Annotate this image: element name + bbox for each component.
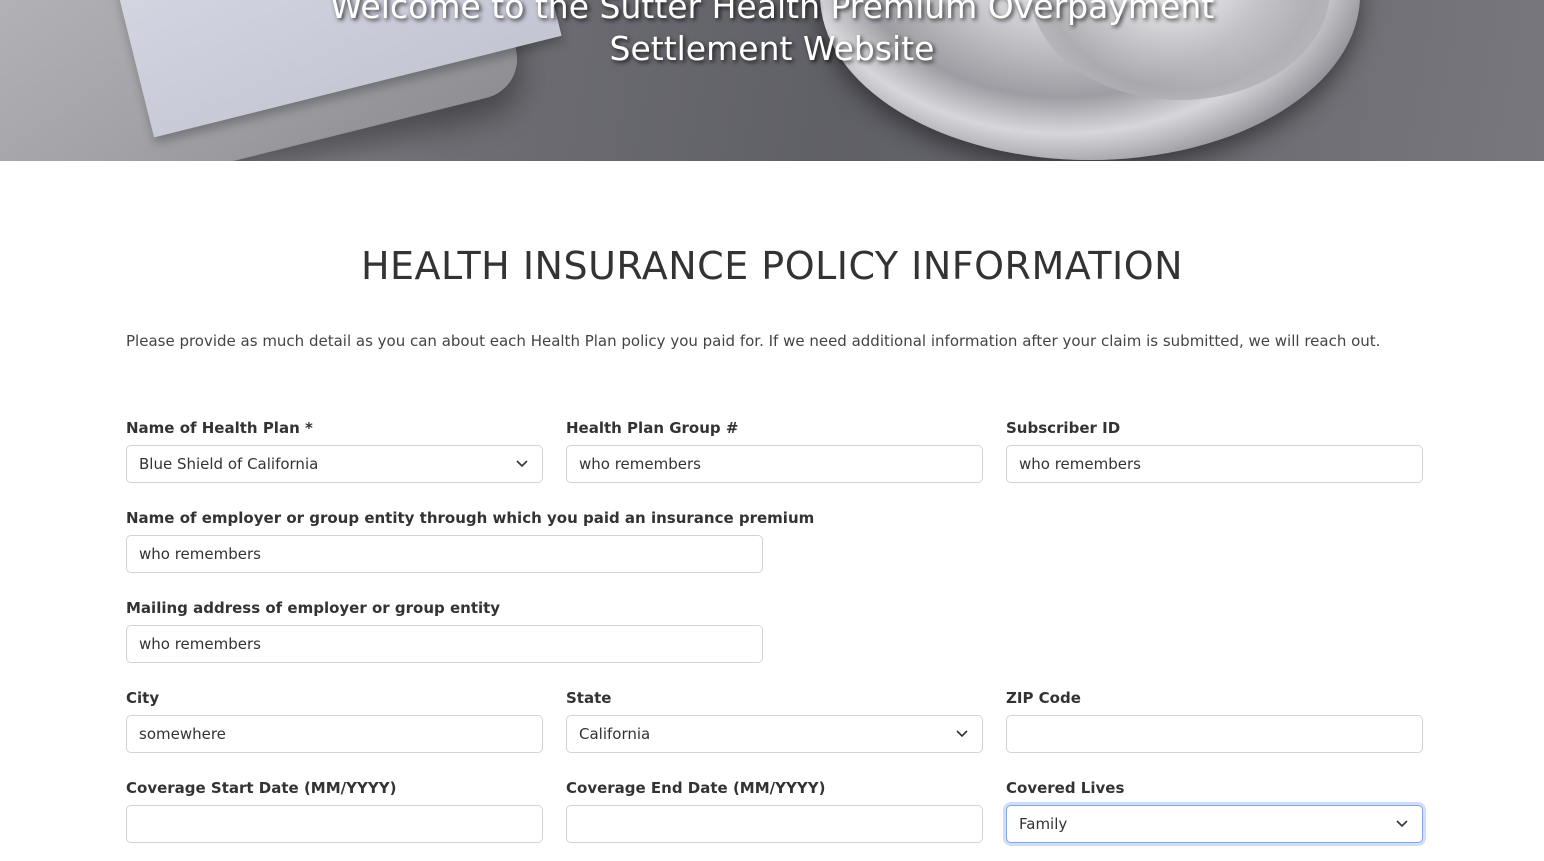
coverage-end-field: Coverage End Date (MM/YYYY)	[566, 778, 983, 845]
group-number-field: Health Plan Group # who remembers	[566, 418, 983, 485]
coverage-start-field: Coverage Start Date (MM/YYYY)	[126, 778, 543, 845]
zip-field: ZIP Code	[1006, 688, 1423, 755]
state-field: State California	[566, 688, 983, 755]
subscriber-id-field: Subscriber ID who remembers	[1006, 418, 1423, 485]
hero-title-line-2: Settlement Website	[609, 29, 935, 68]
covered-lives-select[interactable]: Family	[1006, 805, 1423, 843]
coverage-end-input[interactable]	[566, 805, 983, 843]
chevron-down-icon	[1396, 820, 1408, 828]
city-field: City somewhere	[126, 688, 543, 755]
employer-name-field: Name of employer or group entity through…	[126, 508, 815, 575]
section-title: HEALTH INSURANCE POLICY INFORMATION	[360, 244, 1184, 288]
coverage-end-label: Coverage End Date (MM/YYYY)	[566, 779, 826, 797]
hero-banner: Welcome to the Sutter Health Premium Ove…	[0, 0, 1544, 161]
coverage-start-label: Coverage Start Date (MM/YYYY)	[126, 779, 397, 797]
hero-title: Welcome to the Sutter Health Premium Ove…	[0, 0, 1544, 70]
employer-address-label: Mailing address of employer or group ent…	[126, 599, 501, 617]
section-intro: Please provide as much detail as you can…	[126, 332, 1381, 350]
covered-lives-label: Covered Lives	[1006, 779, 1125, 797]
state-select[interactable]: California	[566, 715, 983, 753]
employer-name-input[interactable]: who remembers	[126, 535, 763, 573]
group-number-label: Health Plan Group #	[566, 419, 739, 437]
city-label: City	[126, 689, 160, 707]
coverage-start-input[interactable]	[126, 805, 543, 843]
state-label: State	[566, 689, 612, 707]
covered-lives-field: Covered Lives Family	[1006, 778, 1423, 845]
zip-input[interactable]	[1006, 715, 1423, 753]
state-select-value: California	[579, 725, 651, 743]
employer-name-label: Name of employer or group entity through…	[126, 509, 815, 527]
zip-label: ZIP Code	[1006, 689, 1081, 707]
covered-lives-select-value: Family	[1019, 815, 1068, 833]
employer-address-field: Mailing address of employer or group ent…	[126, 598, 763, 665]
employer-address-input[interactable]: who remembers	[126, 625, 763, 663]
health-plan-field: Name of Health Plan * Blue Shield of Cal…	[126, 418, 543, 485]
group-number-input[interactable]: who remembers	[566, 445, 983, 483]
hero-title-line-1: Welcome to the Sutter Health Premium Ove…	[329, 0, 1215, 26]
health-plan-select-value: Blue Shield of California	[139, 455, 319, 473]
subscriber-id-input[interactable]: who remembers	[1006, 445, 1423, 483]
chevron-down-icon	[516, 460, 528, 468]
city-input[interactable]: somewhere	[126, 715, 543, 753]
health-plan-select[interactable]: Blue Shield of California	[126, 445, 543, 483]
subscriber-id-label: Subscriber ID	[1006, 419, 1121, 437]
chevron-down-icon	[956, 730, 968, 738]
health-plan-label: Name of Health Plan *	[126, 419, 313, 437]
